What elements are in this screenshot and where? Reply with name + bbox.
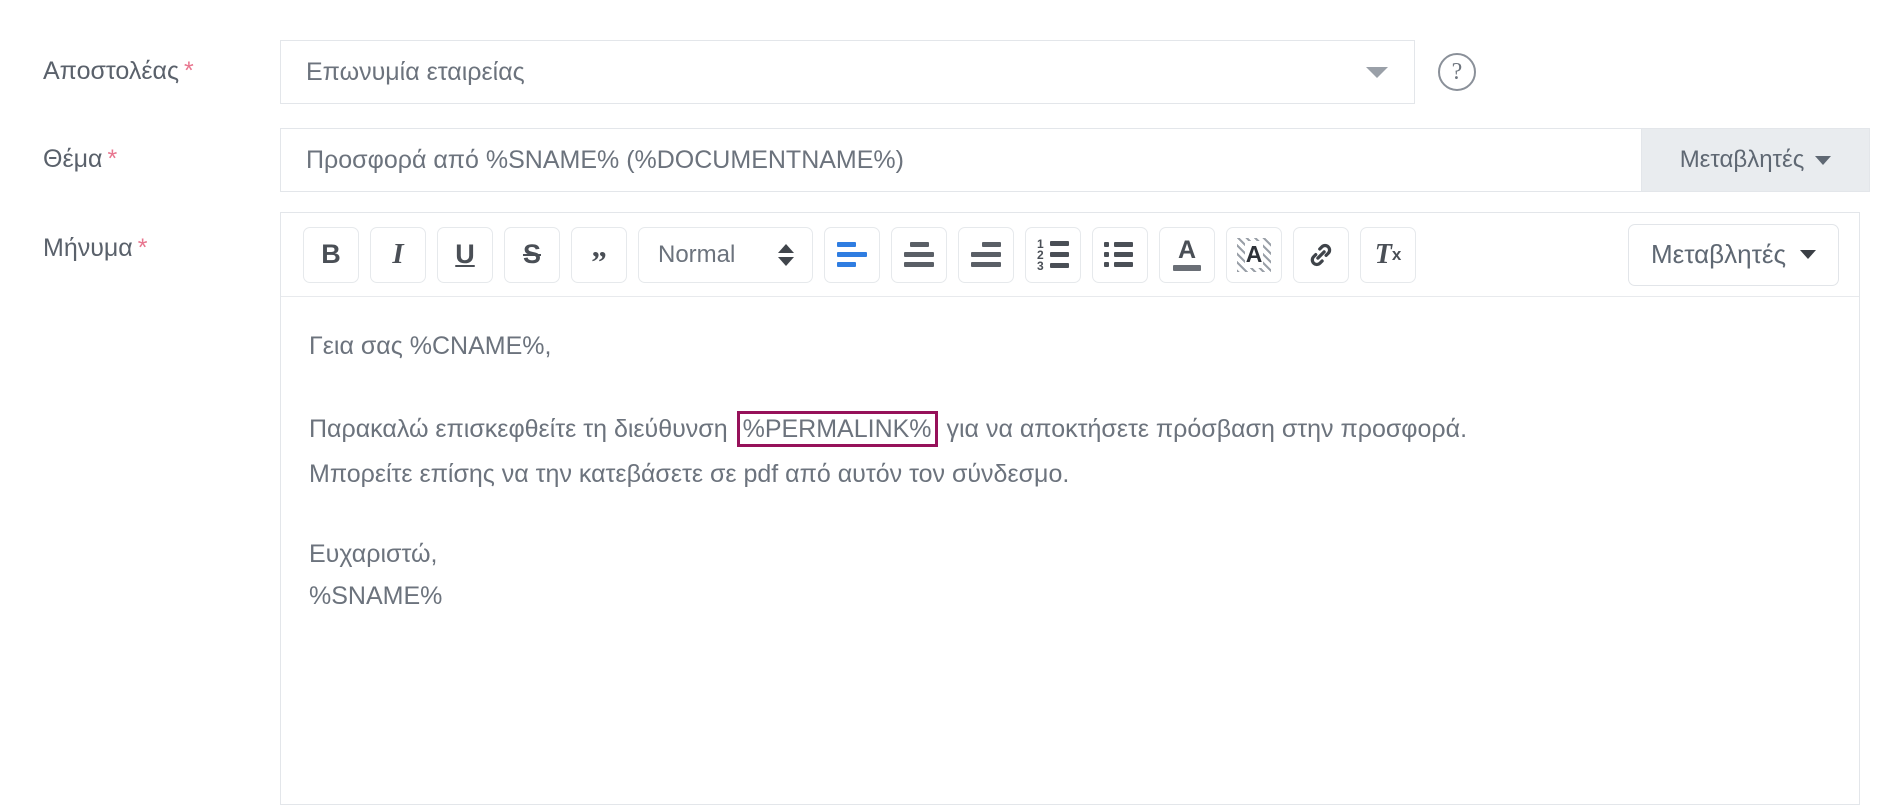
subject-label-text: Θέμα	[43, 145, 103, 173]
clear-formatting-button[interactable]: Tx	[1360, 226, 1416, 283]
body-pdf-line: Μπορείτε επίσης να την κατεβάσετε σε pdf…	[309, 460, 1070, 488]
strikethrough-button[interactable]: S	[504, 226, 560, 283]
align-right-button[interactable]	[958, 226, 1014, 283]
subject-required-asterisk: *	[107, 145, 118, 173]
italic-button[interactable]: I	[370, 226, 426, 283]
body-closing: Ευχαριστώ,	[309, 540, 438, 568]
text-color-glyph: A	[1177, 236, 1197, 264]
subject-label: Θέμα *	[43, 144, 117, 174]
sender-required-asterisk: *	[184, 57, 194, 85]
background-color-button[interactable]: A	[1226, 226, 1282, 283]
message-variables-button[interactable]: Μεταβλητές	[1628, 223, 1839, 286]
sender-row: Αποστολέας * Επωνυμία εταιρείας ?	[0, 40, 1890, 104]
ordered-list-icon: 1 2 3	[1037, 236, 1069, 273]
align-left-button[interactable]	[824, 226, 880, 283]
chevron-down-icon	[1815, 155, 1832, 165]
align-center-icon	[904, 242, 934, 267]
body-text-before-token: Παρακαλώ επισκεφθείτε τη διεύθυνση	[309, 415, 728, 443]
bold-button[interactable]: B	[303, 226, 359, 283]
bullet-list-button[interactable]	[1092, 226, 1148, 283]
message-body[interactable]: Γεια σας %CNAME%, Παρακαλώ επισκεφθείτε …	[281, 297, 1859, 611]
subject-variables-label: Μεταβλητές	[1679, 146, 1805, 173]
message-label: Μήνυμα *	[43, 233, 148, 263]
sender-select[interactable]: Επωνυμία εταιρείας	[280, 40, 1415, 104]
subject-variables-button[interactable]: Μεταβλητές	[1641, 129, 1869, 191]
ordered-mark: 1	[1037, 236, 1044, 251]
body-text-after-token: για να αποκτήσετε πρόσβαση στην προσφορά…	[946, 415, 1468, 443]
bullet-list-icon	[1104, 242, 1136, 267]
align-left-icon	[837, 242, 867, 267]
background-color-icon: A	[1237, 237, 1271, 272]
insert-link-button[interactable]	[1293, 226, 1349, 283]
permalink-token: %PERMALINK%	[736, 411, 938, 447]
editor-toolbar: B I U S ” Normal 1 2 3 A A T x Μεταβλητέ…	[281, 213, 1859, 297]
sender-label: Αποστολέας *	[43, 56, 194, 86]
chevron-down-icon	[1366, 66, 1388, 78]
blockquote-button[interactable]: ”	[571, 226, 627, 283]
text-color-button[interactable]: A	[1159, 226, 1215, 283]
message-required-asterisk: *	[137, 234, 148, 262]
sender-selected-value: Επωνυμία εταιρείας	[306, 57, 525, 86]
body-permalink-paragraph: Παρακαλώ επισκεφθείτε τη διεύθυνση %PERM…	[309, 411, 1831, 447]
ordered-mark: 3	[1037, 258, 1044, 273]
subject-row: Θέμα* Μεταβλητές	[0, 128, 1890, 192]
email-template-form: Αποστολέας* Επωνυμία εταιρείας ? Θέμα* Μ…	[0, 0, 1890, 805]
format-select-value: Normal	[658, 240, 736, 268]
clear-format-glyph: T	[1374, 238, 1392, 270]
body-signature: %SNAME%	[309, 582, 443, 610]
link-icon	[1310, 243, 1332, 266]
underline-button[interactable]: U	[437, 226, 493, 283]
subject-input-group: Μεταβλητές	[280, 128, 1870, 192]
message-label-text: Μήνυμα	[43, 234, 133, 262]
align-right-icon	[971, 242, 1001, 267]
text-color-icon: A	[1173, 238, 1201, 271]
stepper-arrows-icon	[778, 243, 794, 266]
help-icon[interactable]: ?	[1438, 53, 1476, 91]
format-select[interactable]: Normal	[638, 226, 813, 283]
sender-label-text: Αποστολέας	[43, 57, 179, 85]
subject-input[interactable]	[281, 129, 1641, 191]
rich-text-editor: B I U S ” Normal 1 2 3 A A T x Μεταβλητέ…	[280, 212, 1860, 805]
align-center-button[interactable]	[891, 226, 947, 283]
message-variables-label: Μεταβλητές	[1651, 239, 1786, 269]
clear-format-sub: x	[1391, 244, 1402, 264]
background-color-glyph: A	[1244, 241, 1264, 268]
chevron-down-icon	[1800, 250, 1816, 259]
ordered-list-button[interactable]: 1 2 3	[1025, 226, 1081, 283]
ordered-mark: 2	[1037, 247, 1044, 262]
body-greeting: Γεια σας %CNAME%,	[309, 332, 552, 360]
